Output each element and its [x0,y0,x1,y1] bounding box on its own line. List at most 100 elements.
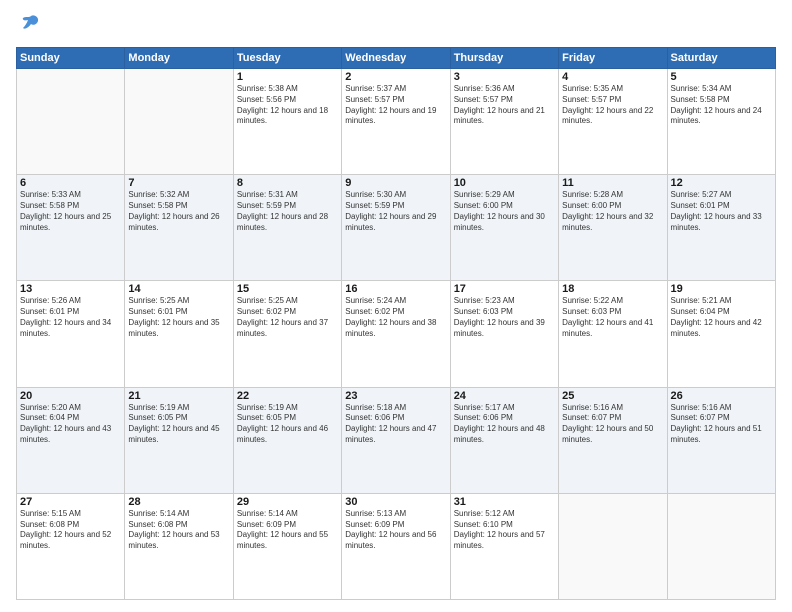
logo [16,12,42,39]
day-number: 15 [237,283,338,295]
calendar-cell: 20Sunrise: 5:20 AM Sunset: 6:04 PM Dayli… [17,387,125,493]
calendar-cell [559,493,667,599]
calendar-cell: 28Sunrise: 5:14 AM Sunset: 6:08 PM Dayli… [125,493,233,599]
calendar-cell: 25Sunrise: 5:16 AM Sunset: 6:07 PM Dayli… [559,387,667,493]
calendar-table: SundayMondayTuesdayWednesdayThursdayFrid… [16,47,776,600]
day-number: 11 [562,177,663,189]
weekday-header-tuesday: Tuesday [233,48,341,69]
week-row-1: 1Sunrise: 5:38 AM Sunset: 5:56 PM Daylig… [17,69,776,175]
day-number: 16 [345,283,446,295]
day-number: 10 [454,177,555,189]
calendar-cell [667,493,775,599]
day-number: 8 [237,177,338,189]
day-number: 30 [345,496,446,508]
page: SundayMondayTuesdayWednesdayThursdayFrid… [0,0,792,612]
calendar-cell: 13Sunrise: 5:26 AM Sunset: 6:01 PM Dayli… [17,281,125,387]
day-number: 18 [562,283,663,295]
weekday-header-monday: Monday [125,48,233,69]
logo-bird-icon [20,12,42,39]
calendar-cell: 27Sunrise: 5:15 AM Sunset: 6:08 PM Dayli… [17,493,125,599]
day-number: 12 [671,177,772,189]
calendar-cell: 7Sunrise: 5:32 AM Sunset: 5:58 PM Daylig… [125,175,233,281]
day-detail: Sunrise: 5:16 AM Sunset: 6:07 PM Dayligh… [562,403,663,446]
day-number: 24 [454,390,555,402]
calendar-cell: 14Sunrise: 5:25 AM Sunset: 6:01 PM Dayli… [125,281,233,387]
calendar-cell: 5Sunrise: 5:34 AM Sunset: 5:58 PM Daylig… [667,69,775,175]
day-detail: Sunrise: 5:31 AM Sunset: 5:59 PM Dayligh… [237,190,338,233]
day-number: 31 [454,496,555,508]
day-detail: Sunrise: 5:27 AM Sunset: 6:01 PM Dayligh… [671,190,772,233]
calendar-cell: 8Sunrise: 5:31 AM Sunset: 5:59 PM Daylig… [233,175,341,281]
day-detail: Sunrise: 5:20 AM Sunset: 6:04 PM Dayligh… [20,403,121,446]
day-detail: Sunrise: 5:24 AM Sunset: 6:02 PM Dayligh… [345,296,446,339]
day-detail: Sunrise: 5:33 AM Sunset: 5:58 PM Dayligh… [20,190,121,233]
day-number: 2 [345,71,446,83]
day-detail: Sunrise: 5:34 AM Sunset: 5:58 PM Dayligh… [671,84,772,127]
day-number: 22 [237,390,338,402]
day-detail: Sunrise: 5:14 AM Sunset: 6:08 PM Dayligh… [128,509,229,552]
week-row-3: 13Sunrise: 5:26 AM Sunset: 6:01 PM Dayli… [17,281,776,387]
weekday-header-wednesday: Wednesday [342,48,450,69]
day-number: 4 [562,71,663,83]
calendar-cell: 3Sunrise: 5:36 AM Sunset: 5:57 PM Daylig… [450,69,558,175]
calendar-cell: 19Sunrise: 5:21 AM Sunset: 6:04 PM Dayli… [667,281,775,387]
day-detail: Sunrise: 5:25 AM Sunset: 6:02 PM Dayligh… [237,296,338,339]
calendar-cell: 4Sunrise: 5:35 AM Sunset: 5:57 PM Daylig… [559,69,667,175]
calendar-cell: 12Sunrise: 5:27 AM Sunset: 6:01 PM Dayli… [667,175,775,281]
day-number: 29 [237,496,338,508]
day-number: 5 [671,71,772,83]
weekday-header-sunday: Sunday [17,48,125,69]
day-number: 7 [128,177,229,189]
calendar-cell: 6Sunrise: 5:33 AM Sunset: 5:58 PM Daylig… [17,175,125,281]
calendar-cell: 31Sunrise: 5:12 AM Sunset: 6:10 PM Dayli… [450,493,558,599]
calendar-cell [17,69,125,175]
calendar-cell: 30Sunrise: 5:13 AM Sunset: 6:09 PM Dayli… [342,493,450,599]
calendar-cell: 26Sunrise: 5:16 AM Sunset: 6:07 PM Dayli… [667,387,775,493]
calendar-cell: 22Sunrise: 5:19 AM Sunset: 6:05 PM Dayli… [233,387,341,493]
calendar-cell: 21Sunrise: 5:19 AM Sunset: 6:05 PM Dayli… [125,387,233,493]
calendar-cell: 9Sunrise: 5:30 AM Sunset: 5:59 PM Daylig… [342,175,450,281]
day-number: 17 [454,283,555,295]
day-number: 26 [671,390,772,402]
day-number: 25 [562,390,663,402]
day-detail: Sunrise: 5:37 AM Sunset: 5:57 PM Dayligh… [345,84,446,127]
day-number: 6 [20,177,121,189]
day-detail: Sunrise: 5:14 AM Sunset: 6:09 PM Dayligh… [237,509,338,552]
day-number: 1 [237,71,338,83]
day-detail: Sunrise: 5:28 AM Sunset: 6:00 PM Dayligh… [562,190,663,233]
weekday-header-friday: Friday [559,48,667,69]
day-detail: Sunrise: 5:12 AM Sunset: 6:10 PM Dayligh… [454,509,555,552]
day-detail: Sunrise: 5:13 AM Sunset: 6:09 PM Dayligh… [345,509,446,552]
day-detail: Sunrise: 5:19 AM Sunset: 6:05 PM Dayligh… [128,403,229,446]
day-detail: Sunrise: 5:18 AM Sunset: 6:06 PM Dayligh… [345,403,446,446]
calendar-cell: 11Sunrise: 5:28 AM Sunset: 6:00 PM Dayli… [559,175,667,281]
calendar-cell: 18Sunrise: 5:22 AM Sunset: 6:03 PM Dayli… [559,281,667,387]
header [16,12,776,39]
day-detail: Sunrise: 5:17 AM Sunset: 6:06 PM Dayligh… [454,403,555,446]
calendar-cell: 23Sunrise: 5:18 AM Sunset: 6:06 PM Dayli… [342,387,450,493]
week-row-2: 6Sunrise: 5:33 AM Sunset: 5:58 PM Daylig… [17,175,776,281]
calendar-cell: 17Sunrise: 5:23 AM Sunset: 6:03 PM Dayli… [450,281,558,387]
day-detail: Sunrise: 5:22 AM Sunset: 6:03 PM Dayligh… [562,296,663,339]
week-row-4: 20Sunrise: 5:20 AM Sunset: 6:04 PM Dayli… [17,387,776,493]
calendar-cell: 16Sunrise: 5:24 AM Sunset: 6:02 PM Dayli… [342,281,450,387]
day-detail: Sunrise: 5:15 AM Sunset: 6:08 PM Dayligh… [20,509,121,552]
day-number: 21 [128,390,229,402]
day-detail: Sunrise: 5:25 AM Sunset: 6:01 PM Dayligh… [128,296,229,339]
calendar-cell: 24Sunrise: 5:17 AM Sunset: 6:06 PM Dayli… [450,387,558,493]
calendar-cell: 2Sunrise: 5:37 AM Sunset: 5:57 PM Daylig… [342,69,450,175]
day-number: 19 [671,283,772,295]
weekday-header-thursday: Thursday [450,48,558,69]
day-detail: Sunrise: 5:26 AM Sunset: 6:01 PM Dayligh… [20,296,121,339]
day-detail: Sunrise: 5:21 AM Sunset: 6:04 PM Dayligh… [671,296,772,339]
weekday-header-saturday: Saturday [667,48,775,69]
day-number: 23 [345,390,446,402]
calendar-cell [125,69,233,175]
day-number: 3 [454,71,555,83]
calendar-cell: 1Sunrise: 5:38 AM Sunset: 5:56 PM Daylig… [233,69,341,175]
day-detail: Sunrise: 5:16 AM Sunset: 6:07 PM Dayligh… [671,403,772,446]
calendar-cell: 10Sunrise: 5:29 AM Sunset: 6:00 PM Dayli… [450,175,558,281]
day-number: 13 [20,283,121,295]
calendar-cell: 15Sunrise: 5:25 AM Sunset: 6:02 PM Dayli… [233,281,341,387]
day-detail: Sunrise: 5:32 AM Sunset: 5:58 PM Dayligh… [128,190,229,233]
